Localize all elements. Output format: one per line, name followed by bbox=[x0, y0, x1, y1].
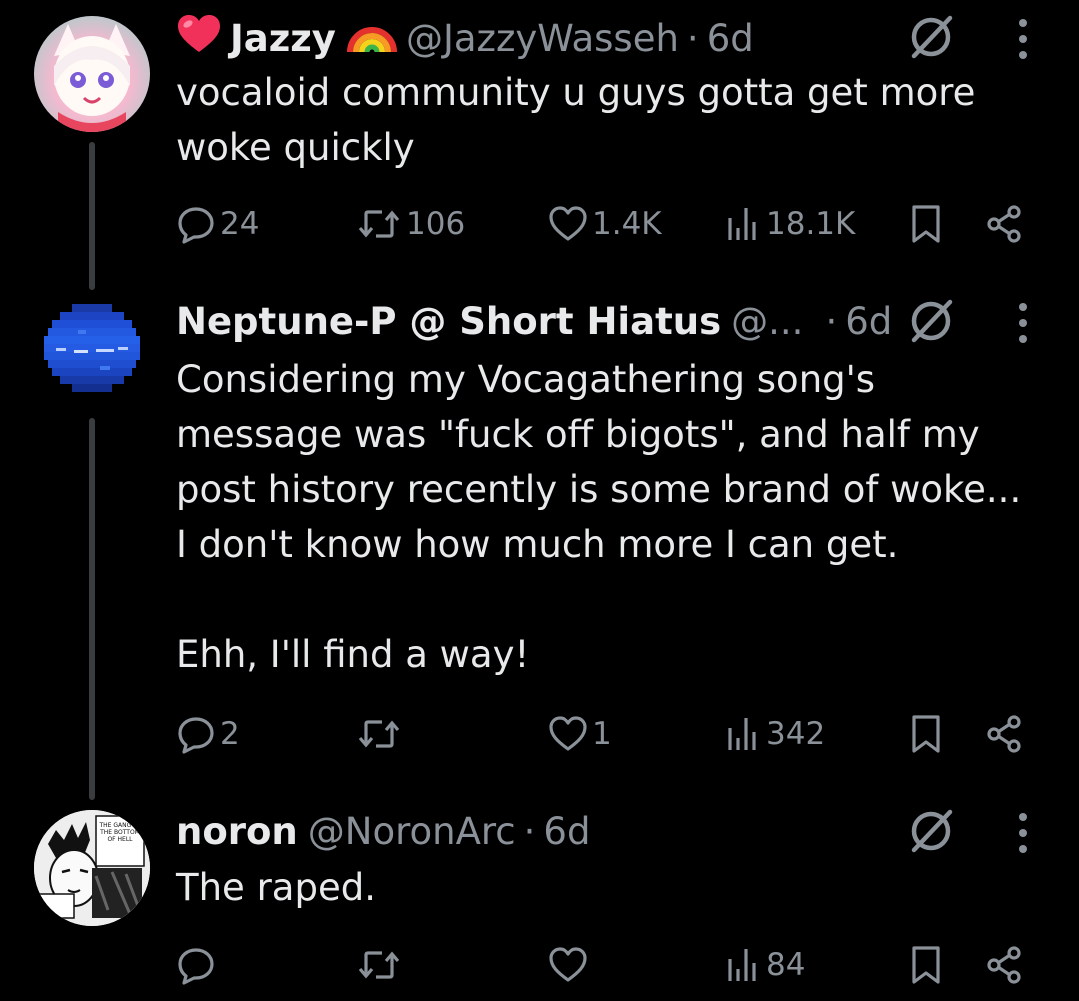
heart-emoji-icon bbox=[176, 14, 222, 63]
like-button[interactable]: 1 bbox=[548, 712, 612, 756]
reply-icon bbox=[178, 207, 214, 244]
share-icon bbox=[987, 715, 1021, 753]
bookmark-icon bbox=[912, 715, 940, 753]
like-count: 1.4K bbox=[592, 206, 662, 242]
reply-button[interactable]: 2 bbox=[176, 712, 240, 756]
repost-icon bbox=[358, 210, 400, 238]
avatar-neptune[interactable] bbox=[34, 290, 150, 406]
action-bar: 2 1 342 bbox=[176, 712, 1056, 756]
bookmark-icon bbox=[912, 946, 940, 984]
reply-icon bbox=[178, 717, 214, 754]
separator-dot: · bbox=[523, 809, 536, 853]
repost-button[interactable]: 106 bbox=[356, 202, 465, 246]
views-icon bbox=[728, 208, 756, 240]
bookmark-button[interactable] bbox=[908, 943, 944, 987]
bookmark-icon bbox=[912, 205, 940, 243]
views-button[interactable]: 18.1K bbox=[722, 202, 855, 246]
separator-dot: · bbox=[686, 16, 699, 60]
share-icon bbox=[987, 205, 1021, 243]
action-bar: 84 bbox=[176, 943, 1056, 987]
bookmark-button[interactable] bbox=[908, 712, 944, 756]
reply-icon bbox=[178, 948, 214, 985]
repost-button[interactable] bbox=[356, 712, 406, 756]
user-handle[interactable]: @NoronArc bbox=[308, 810, 516, 853]
tweet-header: noron @NoronArc · 6d bbox=[176, 806, 590, 856]
reply-button[interactable]: 24 bbox=[176, 202, 259, 246]
user-handle[interactable]: @JazzyWasseh bbox=[406, 17, 679, 60]
display-name[interactable]: noron bbox=[176, 810, 298, 853]
grok-icon[interactable] bbox=[904, 804, 958, 858]
grok-icon[interactable] bbox=[904, 294, 958, 348]
separator-dot: · bbox=[825, 299, 838, 343]
more-options-icon[interactable] bbox=[1015, 808, 1031, 858]
views-icon bbox=[728, 718, 756, 750]
like-button[interactable] bbox=[548, 943, 592, 987]
avatar-image bbox=[44, 304, 140, 392]
reply-count: 2 bbox=[220, 716, 240, 752]
views-icon bbox=[728, 949, 756, 981]
user-handle[interactable]: @... bbox=[731, 300, 803, 343]
repost-icon bbox=[358, 951, 400, 979]
tweet-text: vocaloid community u guys gotta get more… bbox=[176, 71, 976, 169]
like-icon bbox=[549, 206, 587, 241]
thread-connector bbox=[89, 142, 95, 290]
timestamp[interactable]: 6d bbox=[707, 17, 754, 60]
share-button[interactable] bbox=[984, 943, 1024, 987]
share-button[interactable] bbox=[984, 712, 1024, 756]
timestamp[interactable]: 6d bbox=[845, 300, 892, 343]
bookmark-button[interactable] bbox=[908, 202, 944, 246]
share-icon bbox=[987, 946, 1021, 984]
display-name[interactable]: Neptune-P @ Short Hiatus bbox=[176, 300, 721, 343]
avatar-noron[interactable]: THE GANG AT THE BOTTOM OF HELL bbox=[34, 810, 150, 926]
tweet-noron[interactable]: THE GANG AT THE BOTTOM OF HELL noron @No… bbox=[0, 800, 1079, 1001]
avatar-jazzy[interactable] bbox=[34, 16, 150, 132]
tweet-text: The raped. bbox=[176, 866, 376, 909]
more-options-icon[interactable] bbox=[1015, 14, 1031, 64]
repost-count: 106 bbox=[406, 206, 466, 242]
share-button[interactable] bbox=[984, 202, 1024, 246]
avatar-image bbox=[54, 24, 130, 132]
grok-icon[interactable] bbox=[904, 10, 958, 64]
action-bar: 24 106 1.4K 18.1K bbox=[176, 202, 1056, 246]
thread-connector bbox=[89, 418, 95, 800]
views-button[interactable]: 342 bbox=[722, 712, 825, 756]
tweet-header: Jazzy @JazzyWasseh · 6d bbox=[176, 13, 754, 63]
repost-button[interactable] bbox=[356, 943, 406, 987]
like-icon bbox=[549, 947, 587, 982]
rainbow-emoji-icon bbox=[346, 14, 398, 63]
more-options-icon[interactable] bbox=[1015, 298, 1031, 348]
view-count: 342 bbox=[766, 716, 826, 752]
tweet-jazzy[interactable]: Jazzy @JazzyWasseh · 6d vocaloid communi… bbox=[0, 0, 1079, 290]
tweet-header: Neptune-P @ Short Hiatus @... · 6d bbox=[176, 296, 892, 346]
reply-button[interactable] bbox=[176, 943, 220, 987]
reply-count: 24 bbox=[220, 206, 260, 242]
timestamp[interactable]: 6d bbox=[543, 810, 590, 853]
like-icon bbox=[549, 716, 587, 751]
like-button[interactable]: 1.4K bbox=[548, 202, 662, 246]
views-button[interactable]: 84 bbox=[722, 943, 805, 987]
display-name[interactable]: Jazzy bbox=[230, 17, 336, 60]
tweet-text: Considering my Vocagathering song's mess… bbox=[176, 358, 1022, 676]
repost-icon bbox=[358, 720, 400, 748]
like-count: 1 bbox=[592, 716, 612, 752]
avatar-caption-logo: THE GANG AT THE BOTTOM OF HELL bbox=[99, 822, 141, 843]
view-count: 18.1K bbox=[766, 206, 856, 242]
view-count: 84 bbox=[766, 947, 806, 983]
tweet-neptune[interactable]: Neptune-P @ Short Hiatus @... · 6d Consi… bbox=[0, 290, 1079, 800]
